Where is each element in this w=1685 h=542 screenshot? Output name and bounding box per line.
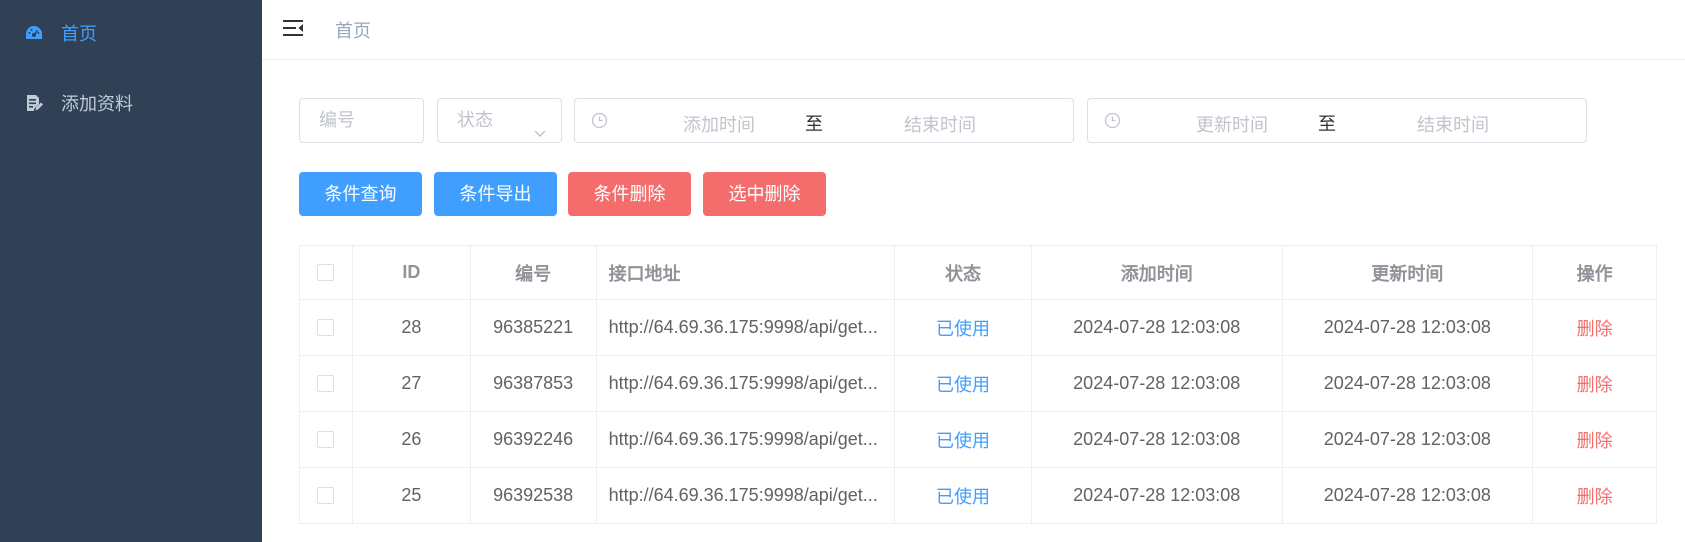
id-cell: 27 xyxy=(353,356,471,411)
code-cell: 96392246 xyxy=(471,412,597,467)
update-time-end-input[interactable]: 结束时间 xyxy=(1403,111,1503,137)
navbar: 首页 xyxy=(262,0,1685,60)
update-time-start-input[interactable]: 更新时间 xyxy=(1182,111,1282,137)
url-cell: http://64.69.36.175:9998/api/get... xyxy=(597,300,896,355)
hamburger-icon[interactable] xyxy=(282,17,304,39)
delete-selected-button[interactable]: 选中删除 xyxy=(703,172,826,216)
table-header-row: ID 编号 接口地址 状态 添加时间 更新时间 操作 xyxy=(300,246,1656,300)
code-cell: 96392538 xyxy=(471,468,597,523)
url-text: http://64.69.36.175:9998/api/get... xyxy=(608,373,878,393)
url-cell: http://64.69.36.175:9998/api/get... xyxy=(597,412,896,467)
delete-link[interactable]: 删除 xyxy=(1577,371,1613,397)
column-header-code: 编号 xyxy=(471,246,597,299)
action-cell: 删除 xyxy=(1533,468,1656,523)
checkbox-cell xyxy=(300,468,353,523)
table-row: 28 96385221 http://64.69.36.175:9998/api… xyxy=(300,300,1656,356)
query-button[interactable]: 条件查询 xyxy=(299,172,422,216)
added-time-cell: 2024-07-28 12:03:08 xyxy=(1032,412,1283,467)
code-cell: 96387853 xyxy=(471,356,597,411)
url-cell: http://64.69.36.175:9998/api/get... xyxy=(597,356,896,411)
select-all-checkbox[interactable] xyxy=(317,264,335,281)
delete-link[interactable]: 删除 xyxy=(1577,483,1613,509)
url-cell: http://64.69.36.175:9998/api/get... xyxy=(597,468,896,523)
code-cell: 96385221 xyxy=(471,300,597,355)
column-header-id: ID xyxy=(353,246,471,299)
sidebar-item-label: 添加资料 xyxy=(61,94,133,114)
status-badge: 已使用 xyxy=(895,300,1032,355)
column-header-url: 接口地址 xyxy=(597,246,896,299)
table-row: 26 96392246 http://64.69.36.175:9998/api… xyxy=(300,412,1656,468)
row-checkbox[interactable] xyxy=(317,431,335,448)
clock-icon xyxy=(1104,112,1121,129)
data-table: ID 编号 接口地址 状态 添加时间 更新时间 操作 28 96385221 h… xyxy=(299,245,1657,524)
row-checkbox[interactable] xyxy=(317,487,335,504)
add-time-start-input[interactable]: 添加时间 xyxy=(669,111,769,137)
range-separator: 至 xyxy=(1318,114,1336,134)
updated-time-cell: 2024-07-28 12:03:08 xyxy=(1283,356,1534,411)
action-cell: 删除 xyxy=(1533,412,1656,467)
url-text: http://64.69.36.175:9998/api/get... xyxy=(608,317,878,337)
checkbox-cell xyxy=(300,300,353,355)
breadcrumb: 首页 xyxy=(335,21,371,41)
id-cell: 25 xyxy=(353,468,471,523)
code-placeholder: 编号 xyxy=(319,110,355,130)
status-badge: 已使用 xyxy=(895,356,1032,411)
delete-by-condition-button[interactable]: 条件删除 xyxy=(568,172,691,216)
range-separator: 至 xyxy=(805,114,823,134)
action-cell: 删除 xyxy=(1533,300,1656,355)
added-time-cell: 2024-07-28 12:03:08 xyxy=(1032,356,1283,411)
header-checkbox-cell xyxy=(300,246,353,299)
add-time-end-input[interactable]: 结束时间 xyxy=(890,111,990,137)
sidebar: 首页 添加资料 xyxy=(0,0,262,542)
url-text: http://64.69.36.175:9998/api/get... xyxy=(608,485,878,505)
table-row: 25 96392538 http://64.69.36.175:9998/api… xyxy=(300,468,1656,524)
delete-link[interactable]: 删除 xyxy=(1577,427,1613,453)
add-time-range-picker[interactable]: 添加时间 至 结束时间 xyxy=(574,98,1074,143)
status-badge: 已使用 xyxy=(895,468,1032,523)
column-header-status: 状态 xyxy=(895,246,1032,299)
export-button[interactable]: 条件导出 xyxy=(434,172,557,216)
status-badge: 已使用 xyxy=(895,412,1032,467)
sidebar-item-label: 首页 xyxy=(61,24,97,44)
code-input[interactable]: 编号 xyxy=(299,98,424,143)
clock-icon xyxy=(591,112,608,129)
added-time-cell: 2024-07-28 12:03:08 xyxy=(1032,300,1283,355)
row-checkbox[interactable] xyxy=(317,319,335,336)
sidebar-item-add-data[interactable]: 添加资料 xyxy=(0,75,262,131)
document-edit-icon xyxy=(24,93,44,113)
update-time-range-picker[interactable]: 更新时间 至 结束时间 xyxy=(1087,98,1587,143)
column-header-added: 添加时间 xyxy=(1032,246,1283,299)
updated-time-cell: 2024-07-28 12:03:08 xyxy=(1283,468,1534,523)
updated-time-cell: 2024-07-28 12:03:08 xyxy=(1283,300,1534,355)
column-header-updated: 更新时间 xyxy=(1283,246,1534,299)
id-cell: 28 xyxy=(353,300,471,355)
status-placeholder: 状态 xyxy=(457,110,493,130)
added-time-cell: 2024-07-28 12:03:08 xyxy=(1032,468,1283,523)
updated-time-cell: 2024-07-28 12:03:08 xyxy=(1283,412,1534,467)
url-text: http://64.69.36.175:9998/api/get... xyxy=(608,429,878,449)
delete-link[interactable]: 删除 xyxy=(1577,315,1613,341)
row-checkbox[interactable] xyxy=(317,375,335,392)
status-select[interactable]: 状态 xyxy=(437,98,562,143)
sidebar-item-home[interactable]: 首页 xyxy=(0,5,262,61)
chevron-down-icon xyxy=(533,113,547,138)
dashboard-icon xyxy=(24,23,44,43)
id-cell: 26 xyxy=(353,412,471,467)
checkbox-cell xyxy=(300,356,353,411)
action-cell: 删除 xyxy=(1533,356,1656,411)
column-header-action: 操作 xyxy=(1576,263,1613,284)
checkbox-cell xyxy=(300,412,353,467)
table-row: 27 96387853 http://64.69.36.175:9998/api… xyxy=(300,356,1656,412)
